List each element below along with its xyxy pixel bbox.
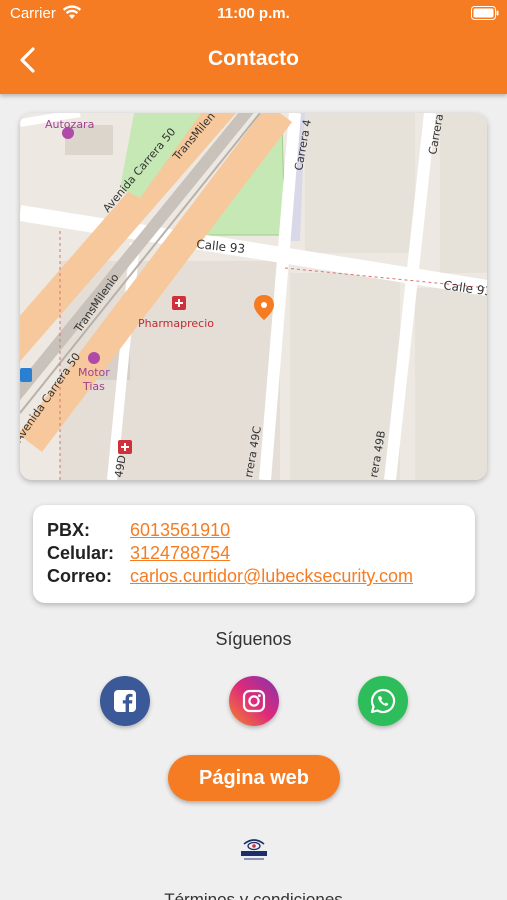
location-map[interactable]: Avenida Carrera 50 TransMilen Carrera 4 … [20,113,487,480]
lubeck-logo [241,839,267,860]
pbx-link[interactable]: 6013561910 [130,519,230,542]
whatsapp-icon [370,688,396,714]
instagram-icon [242,689,266,713]
facebook-icon [114,690,136,712]
instagram-button[interactable] [229,676,279,726]
map-label-pharmaprecio: Pharmaprecio [138,317,214,330]
pbx-row: PBX: 6013561910 [47,519,461,542]
battery-icon [471,6,499,20]
email-link[interactable]: carlos.curtidor@lubecksecurity.com [130,565,413,588]
pbx-label: PBX: [47,520,91,540]
map-label-motor: Motor [78,366,110,379]
map-label-tias: Tias [82,380,105,393]
status-time: 11:00 p.m. [217,5,290,22]
page-title: Contacto [208,47,299,70]
whatsapp-button[interactable] [358,676,408,726]
email-label: Correo: [47,566,113,586]
map-label-autozara: Autozara [45,118,94,131]
website-button[interactable]: Página web [168,755,340,801]
contact-card: PBX: 6013561910 Celular: 3124788754 Corr… [33,505,475,603]
terms-link[interactable]: Términos y condiciones [0,890,507,900]
email-row: Correo: carlos.curtidor@lubecksecurity.c… [47,565,461,588]
status-bar: Carrier 11:00 p.m. [0,0,507,28]
cell-link[interactable]: 3124788754 [130,542,230,565]
cell-label: Celular: [47,543,115,563]
app-header: Carrier 11:00 p.m. Contacto [0,0,507,94]
cell-row: Celular: 3124788754 [47,542,461,565]
facebook-button[interactable] [100,676,150,726]
follow-us-title: Síguenos [215,629,292,649]
